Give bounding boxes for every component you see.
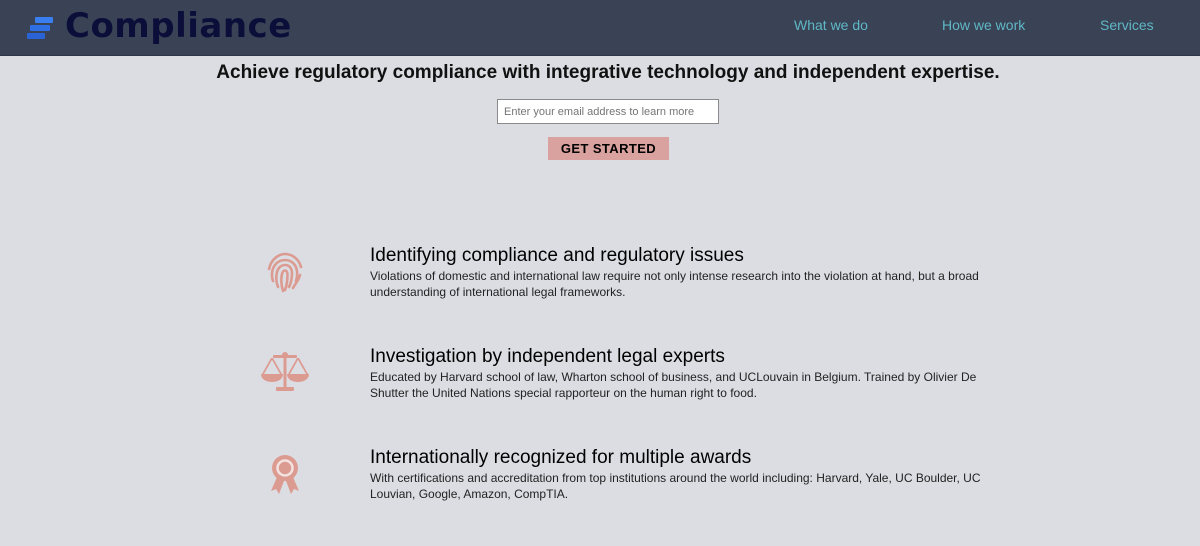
feature-title: Internationally recognized for multiple … [370, 447, 752, 468]
get-started-button[interactable]: GET STARTED [548, 137, 669, 160]
hero-title: Achieve regulatory compliance with integ… [216, 62, 1000, 83]
brand-name: Compliance [65, 6, 292, 46]
site-header: Compliance What we do How we work Servic… [0, 0, 1200, 56]
nav-what-we-do[interactable]: What we do [794, 17, 868, 33]
feature-title: Identifying compliance and regulatory is… [370, 245, 744, 266]
logo-bars-icon [27, 12, 55, 40]
email-input[interactable] [497, 99, 719, 124]
brand-logo[interactable]: Compliance [27, 4, 292, 48]
scales-icon [261, 352, 309, 391]
feature-title: Investigation by independent legal exper… [370, 346, 725, 367]
feature-description: With certifications and accreditation fr… [370, 471, 981, 501]
award-ribbon-icon [271, 455, 299, 494]
nav-services[interactable]: Services [1100, 17, 1154, 33]
fingerprint-icon [267, 252, 303, 293]
feature-description: Educated by Harvard school of law, Whart… [370, 370, 977, 400]
feature-description: Violations of domestic and international… [370, 269, 979, 299]
nav-how-we-work[interactable]: How we work [942, 17, 1025, 33]
